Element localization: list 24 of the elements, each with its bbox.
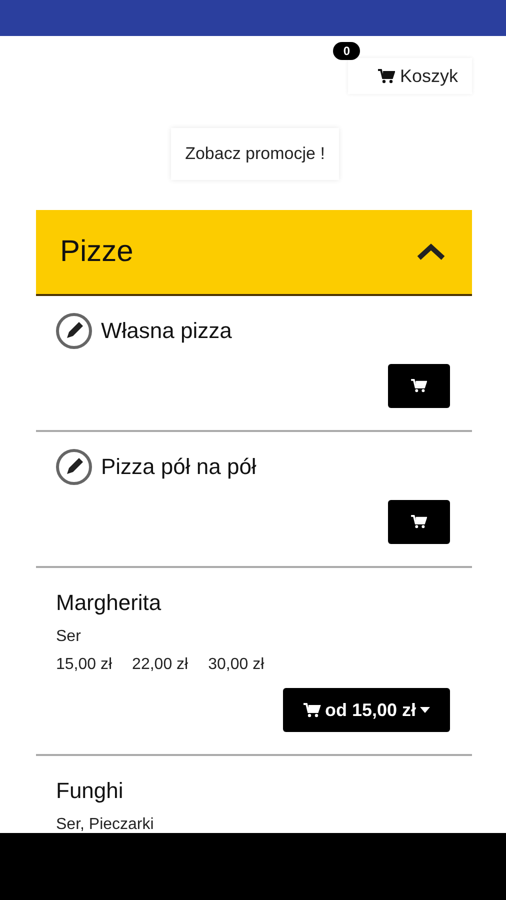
price-text: 15,00 zł (56, 656, 112, 674)
promotions-button[interactable]: Zobacz promocje ! (171, 128, 339, 180)
price-text: 30,00 zł (208, 656, 264, 674)
cart-icon (411, 379, 427, 393)
cart-icon (302, 702, 321, 718)
pencil-icon (55, 448, 93, 486)
price-text: 22,00 zł (132, 656, 188, 674)
pencil-icon (55, 312, 93, 350)
cart-icon (411, 515, 427, 529)
item-name: Pizza pół na pół (101, 454, 256, 480)
cart-count-badge: 0 (333, 42, 360, 60)
cart-icon (378, 68, 395, 84)
chevron-icon (416, 243, 446, 261)
add-to-cart-button[interactable] (388, 500, 450, 544)
cart-button[interactable]: Koszyk (348, 58, 472, 94)
item-name: Margherita (56, 589, 162, 616)
caret-icon (420, 707, 430, 713)
add-to-cart-dropdown-button[interactable]: od 15,00 zł (282, 688, 450, 732)
item-name: Funghi (56, 777, 124, 804)
item-name: Własna pizza (101, 318, 232, 344)
ingredients-text: Ser (56, 628, 82, 646)
ingredients-text: Ser, Pieczarki (56, 816, 155, 833)
category-header[interactable]: Pizze (36, 210, 472, 296)
add-to-cart-button[interactable] (388, 364, 450, 408)
